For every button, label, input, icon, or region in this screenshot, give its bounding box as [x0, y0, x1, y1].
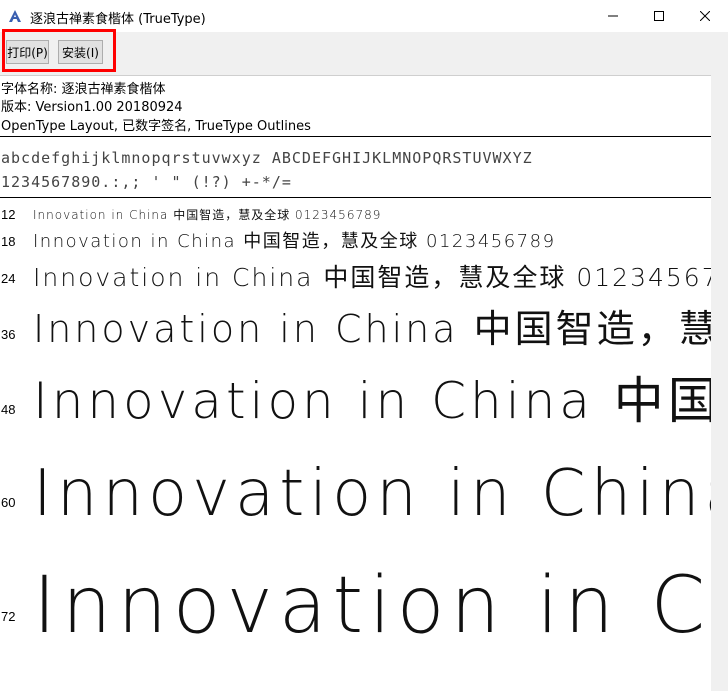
- preview-72: Innovation in China 中国智造，慧及全球 0123456789: [33, 561, 711, 651]
- font-preview-pane: 字体名称: 逐浪古禅素食楷体 版本: Version1.00 20180924 …: [0, 75, 711, 692]
- size-label-18: 18: [1, 234, 16, 249]
- preview-60: Innovation in China 中国智造，慧及全球 0123456789: [33, 457, 711, 531]
- font-details-text: OpenType Layout, 已数字签名, TrueType Outline…: [1, 119, 311, 134]
- close-icon: [700, 11, 710, 21]
- maximize-button[interactable]: [636, 0, 682, 32]
- title-bar: 逐浪古禅素食楷体 (TrueType): [0, 0, 728, 32]
- vertical-scrollbar[interactable]: [711, 75, 728, 691]
- charset-letters: abcdefghijklmnopqrstuvwxyz ABCDEFGHIJKLM…: [1, 149, 533, 167]
- divider: [0, 197, 711, 198]
- size-label-48: 48: [1, 402, 16, 417]
- charset-symbols: 1234567890.:,; ' " (!?) +-*/=: [1, 173, 292, 191]
- toolbar: 打印(P) 安装(I): [0, 32, 728, 75]
- size-label-72: 72: [1, 609, 16, 624]
- minimize-icon: [608, 15, 618, 17]
- font-a-icon: [8, 9, 22, 23]
- size-label-24: 24: [1, 271, 16, 286]
- preview-18: Innovation in China 中国智造，慧及全球 0123456789: [33, 231, 556, 252]
- size-label-12: 12: [1, 207, 16, 222]
- preview-48: Innovation in China 中国智造，慧及全球 0123456789: [33, 372, 711, 430]
- preview-24: Innovation in China 中国智造，慧及全球 0123456789: [33, 263, 711, 292]
- font-name-text: 字体名称: 逐浪古禅素食楷体: [1, 82, 166, 97]
- minimize-button[interactable]: [590, 0, 636, 32]
- window-title: 逐浪古禅素食楷体 (TrueType): [30, 12, 206, 27]
- size-label-60: 60: [1, 495, 16, 510]
- install-button[interactable]: 安装(I): [58, 40, 103, 64]
- print-button[interactable]: 打印(P): [6, 40, 49, 64]
- divider: [0, 136, 711, 137]
- preview-36: Innovation in China 中国智造，慧及全球 0123456789: [33, 307, 711, 351]
- preview-12: Innovation in China 中国智造，慧及全球 0123456789: [33, 208, 382, 222]
- close-button[interactable]: [682, 0, 728, 32]
- version-text: 版本: Version1.00 20180924: [1, 100, 183, 115]
- maximize-icon: [654, 11, 664, 21]
- size-label-36: 36: [1, 327, 16, 342]
